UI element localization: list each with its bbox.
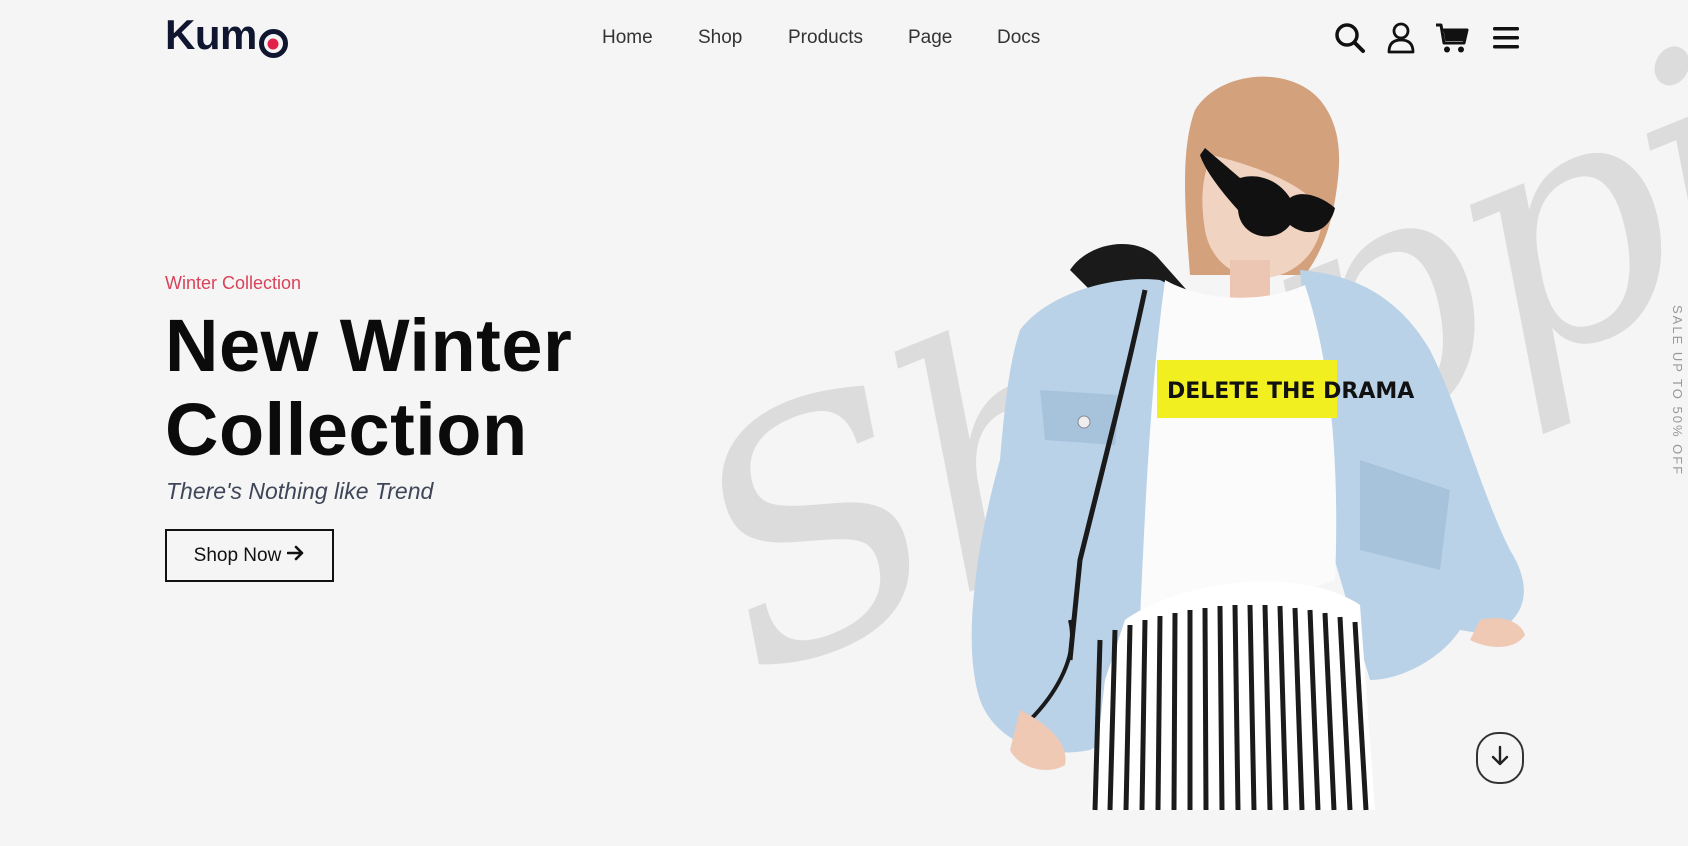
- nav-docs[interactable]: Docs: [997, 24, 1040, 52]
- nav-home[interactable]: Home: [602, 24, 653, 52]
- shop-now-button[interactable]: Shop Now: [165, 529, 334, 582]
- arrow-down-icon: [1490, 745, 1510, 772]
- search-icon[interactable]: [1330, 18, 1370, 58]
- shop-now-label: Shop Now: [193, 544, 282, 566]
- cart-icon[interactable]: [1432, 18, 1472, 58]
- hero-eyebrow: Winter Collection: [165, 273, 302, 293]
- brand-logo-text: Kum: [165, 11, 257, 58]
- tee-print-text: DELETE THE DRAMA: [1167, 379, 1414, 404]
- nav-products[interactable]: Products: [788, 24, 863, 52]
- scroll-down-button[interactable]: [1476, 732, 1524, 784]
- brand-logo-dot: [258, 29, 288, 58]
- hero-headline: New Winter Collection: [165, 304, 572, 472]
- nav-page[interactable]: Page: [908, 24, 952, 52]
- user-icon[interactable]: [1381, 18, 1421, 58]
- hero-page: Kum Home Shop Products Page Docs Shoppin…: [0, 0, 1688, 846]
- brand-logo[interactable]: Kum: [165, 11, 288, 58]
- arrow-right-icon: [287, 545, 305, 567]
- striped-pants: [1090, 581, 1375, 811]
- hero-tagline: There's Nothing like Trend: [166, 478, 434, 504]
- hero-headline-line2: Collection: [165, 388, 528, 471]
- hero-headline-line1: New Winter: [165, 304, 573, 387]
- nav-shop[interactable]: Shop: [698, 24, 742, 52]
- side-promo-text: SALE UP TO 50% OFF: [1670, 305, 1685, 477]
- hero-model-image: DELETE THE DRAMA: [971, 76, 1525, 811]
